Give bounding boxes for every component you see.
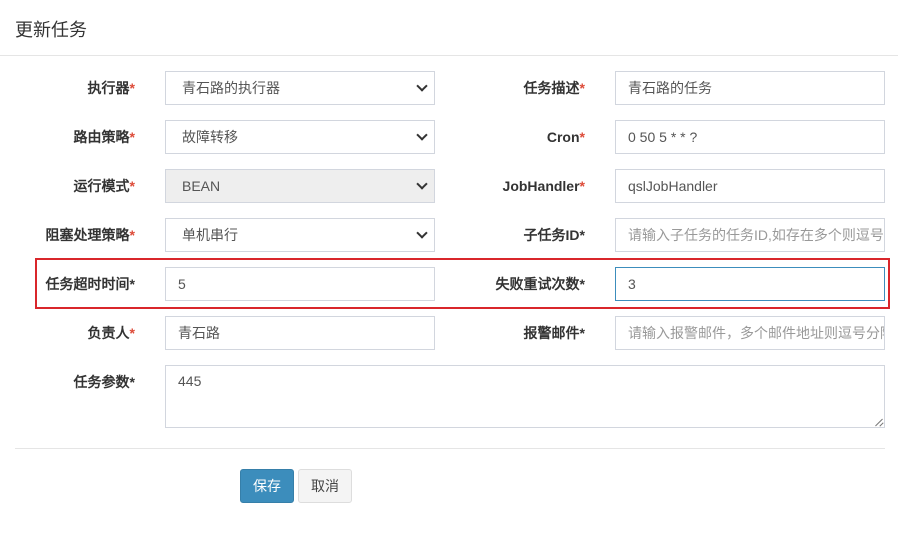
route-strategy-select[interactable]: 故障转移 xyxy=(165,120,435,154)
cron-input[interactable]: 0 50 5 * * ? xyxy=(615,120,885,154)
alarm-email-label: 报警邮件* xyxy=(523,325,585,341)
task-desc-label: 任务描述* xyxy=(523,80,585,96)
run-mode-select: BEAN xyxy=(165,169,435,203)
job-handler-label: JobHandler* xyxy=(502,178,585,194)
modal-header: 更新任务 xyxy=(0,0,898,56)
params-value: 445 xyxy=(178,373,202,389)
resize-handle-icon[interactable] xyxy=(875,418,883,426)
divider xyxy=(15,448,885,449)
child-job-id-label: 子任务ID* xyxy=(523,227,585,243)
chevron-down-icon xyxy=(416,80,428,92)
task-desc-input[interactable]: 青石路的任务 xyxy=(615,71,885,105)
executor-select[interactable]: 青石路的执行器 xyxy=(165,71,435,105)
block-strategy-select[interactable]: 单机串行 xyxy=(165,218,435,252)
job-handler-input[interactable]: qslJobHandler xyxy=(615,169,885,203)
run-mode-label: 运行模式* xyxy=(73,178,135,194)
params-label: 任务参数* xyxy=(73,374,135,390)
chevron-down-icon xyxy=(416,129,428,141)
params-textarea[interactable]: 445 xyxy=(165,365,885,428)
child-job-id-input[interactable]: 请输入子任务的任务ID,如存在多个则逗号分隔 xyxy=(615,218,885,252)
cron-label: Cron* xyxy=(546,129,585,145)
save-button[interactable]: 保存 xyxy=(240,469,294,503)
chevron-down-icon xyxy=(416,178,428,190)
chevron-down-icon xyxy=(416,227,428,239)
route-strategy-label: 路由策略* xyxy=(73,129,135,145)
executor-label: 执行器* xyxy=(87,80,135,96)
owner-label: 负责人* xyxy=(87,325,135,341)
dialog-title: 更新任务 xyxy=(15,20,87,40)
cancel-button[interactable]: 取消 xyxy=(298,469,352,503)
block-strategy-label: 阻塞处理策略* xyxy=(45,227,135,243)
alarm-email-input[interactable]: 请输入报警邮件，多个邮件地址则逗号分隔 xyxy=(615,316,885,350)
highlight-box xyxy=(35,258,890,309)
owner-input[interactable]: 青石路 xyxy=(165,316,435,350)
